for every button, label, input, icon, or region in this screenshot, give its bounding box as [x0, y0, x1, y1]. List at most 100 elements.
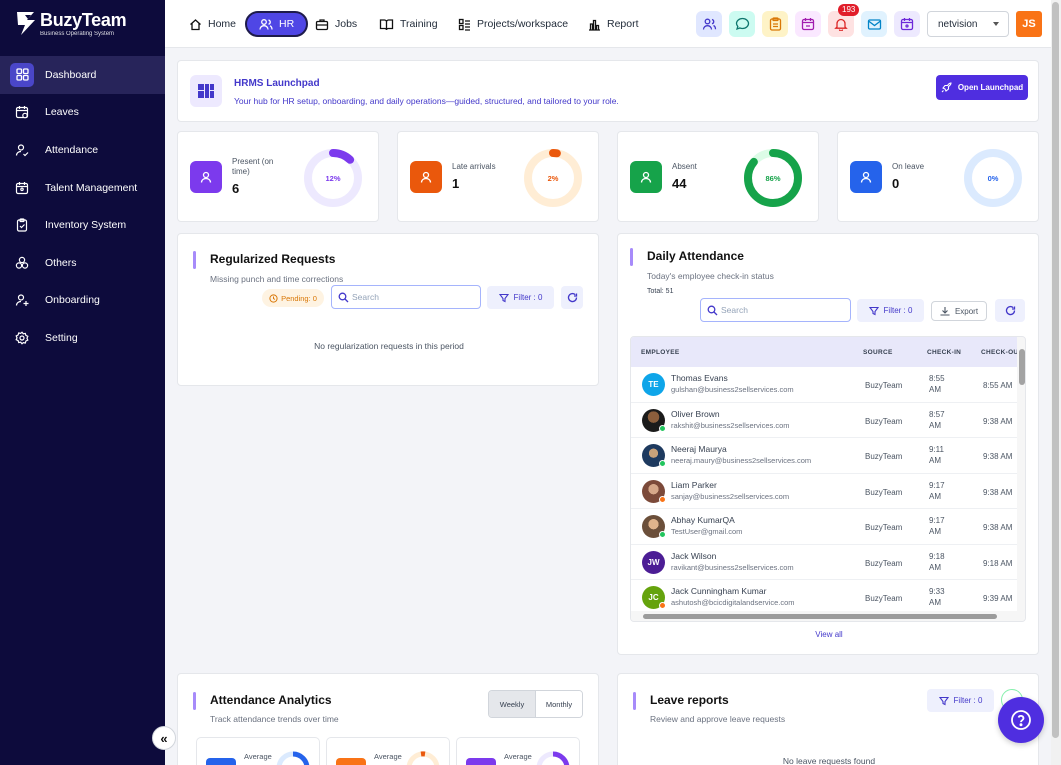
period-toggle: Weekly Monthly	[488, 690, 583, 718]
sidebar-item-talent-management[interactable]: Talent Management	[0, 169, 165, 207]
attendance-table: EMPLOYEE SOURCE CHECK-IN CHECK-OU TE Tho…	[630, 336, 1026, 622]
sidebar-item-leaves[interactable]: Leaves	[0, 94, 165, 132]
toggle-monthly[interactable]: Monthly	[535, 691, 582, 717]
scrollbar-thumb[interactable]	[643, 614, 997, 619]
source: BuzyTeam	[865, 381, 903, 390]
employee-name: Thomas Evans	[671, 373, 728, 383]
book-icon	[379, 18, 394, 30]
scrollbar-thumb[interactable]	[1019, 349, 1025, 385]
daily-attendance-title: Daily Attendance	[647, 249, 744, 263]
employee-email: gulshan@business2sellservices.com	[671, 385, 794, 394]
search-icon	[338, 292, 349, 303]
check-in: 9:17 AM	[929, 480, 945, 501]
view-all-link[interactable]: View all	[618, 630, 1040, 639]
sidebar-item-inventory-system[interactable]: Inventory System	[0, 206, 165, 244]
table-horizontal-scrollbar[interactable]	[631, 611, 1017, 621]
employee-name: Oliver Brown	[671, 408, 720, 419]
tasks-button[interactable]	[762, 11, 788, 37]
table-row[interactable]: Liam Parker sanjay@business2sellservices…	[631, 474, 1017, 509]
regularized-search-input[interactable]: Search	[331, 285, 481, 309]
stat-value: 6	[232, 181, 240, 196]
table-vertical-scrollbar[interactable]	[1017, 337, 1025, 621]
help-button[interactable]	[998, 697, 1044, 743]
collapse-sidebar-button[interactable]: «	[152, 726, 176, 750]
calendar-button[interactable]	[795, 11, 821, 37]
source: BuzyTeam	[865, 487, 903, 497]
users-icon	[702, 18, 716, 30]
open-launchpad-label: Open Launchpad	[957, 83, 1024, 92]
sidebar-item-others[interactable]: Others	[0, 244, 165, 282]
clipboard-icon	[10, 213, 34, 237]
employee-name: Jack Wilson	[671, 550, 717, 561]
chat-button[interactable]	[729, 11, 755, 37]
employee-name: Neeraj Maurya	[671, 444, 727, 454]
leave-empty-state: No leave requests found	[782, 756, 876, 765]
schedule-button[interactable]	[894, 11, 920, 37]
donut-percent: 2%	[547, 173, 559, 183]
filter-label: Filter : 0	[883, 306, 913, 315]
page-scrollbar[interactable]	[1051, 0, 1061, 765]
table-row[interactable]: JW Jack Wilson ravikant@business2sellser…	[631, 545, 1017, 580]
user-avatar[interactable]: JS	[1016, 11, 1042, 37]
chevron-down-icon	[993, 22, 999, 26]
stat-value: 1	[452, 176, 460, 191]
mini-card-icon	[206, 758, 236, 765]
check-out: 9:38 AM	[983, 416, 1013, 426]
regularized-refresh-button[interactable]	[561, 286, 583, 309]
daily-search-input[interactable]: Search	[700, 298, 851, 322]
brand-logo[interactable]: BuzyTeam Business Operating System	[16, 10, 127, 38]
source: BuzyTeam	[865, 594, 903, 603]
open-launchpad-button[interactable]: Open Launchpad	[936, 75, 1028, 100]
pending-label: Pending: 0	[281, 293, 317, 303]
tab-home[interactable]: Home	[189, 11, 236, 37]
check-out: 9:39 AM	[983, 594, 1013, 603]
user-check-icon	[10, 138, 34, 162]
sidebar-item-setting[interactable]: Setting	[0, 319, 165, 357]
table-row[interactable]: Oliver Brown rakshit@business2sellservic…	[631, 403, 1017, 438]
sidebar-item-attendance[interactable]: Attendance	[0, 131, 165, 169]
section-accent	[193, 251, 196, 269]
sidebar-item-label: Dashboard	[45, 68, 97, 81]
table-row[interactable]: Neeraj Maurya neeraj.maury@business2sell…	[631, 438, 1017, 474]
tab-report[interactable]: Report	[588, 11, 639, 37]
section-accent	[193, 692, 196, 710]
bell-icon	[834, 18, 848, 31]
export-button[interactable]: Export	[931, 301, 987, 321]
column-check-out: CHECK-OU	[981, 349, 1019, 356]
stat-label: Late arrivals	[452, 162, 496, 171]
check-out: 9:38 AM	[983, 523, 1013, 532]
page-scrollbar-thumb[interactable]	[1052, 2, 1059, 738]
employee-email: ashutosh@bcicdigitalandservice.com	[671, 598, 795, 607]
tab-jobs[interactable]: Jobs	[315, 11, 357, 37]
notifications-button[interactable]: 193	[828, 4, 860, 37]
sidebar-item-label: Talent Management	[45, 181, 138, 194]
employee-name: Abhay KumarQA	[671, 515, 735, 525]
team-button[interactable]	[696, 11, 722, 37]
pending-badge[interactable]: Pending: 0	[262, 289, 324, 307]
sidebar-item-dashboard[interactable]: Dashboard	[0, 56, 165, 94]
sidebar-nav: Dashboard Leaves Attendance Talent Manag…	[0, 56, 165, 357]
table-row[interactable]: TE Thomas Evans gulshan@business2sellser…	[631, 367, 1017, 403]
table-row[interactable]: Abhay KumarQA TestUser@gmail.com BuzyTea…	[631, 509, 1017, 545]
regularized-filter-button[interactable]: Filter : 0	[487, 286, 554, 309]
leave-filter-button[interactable]: Filter : 0	[927, 689, 994, 712]
daily-filter-button[interactable]: Filter : 0	[857, 299, 924, 322]
circles-icon	[10, 251, 34, 275]
calendar-icon	[10, 100, 34, 124]
daily-refresh-button[interactable]	[995, 299, 1025, 322]
mail-button[interactable]	[861, 11, 887, 37]
filter-icon	[868, 306, 879, 315]
regularized-title: Regularized Requests	[210, 252, 336, 266]
tab-label: Jobs	[335, 18, 358, 30]
filter-label: Filter : 0	[513, 293, 543, 302]
sidebar-item-onboarding[interactable]: Onboarding	[0, 282, 165, 320]
tab-projects-workspace[interactable]: Projects/workspace	[458, 11, 568, 37]
avatar: JW	[642, 550, 665, 574]
toggle-weekly[interactable]: Weekly	[489, 691, 535, 717]
tab-hr[interactable]: HR	[245, 11, 309, 37]
organization-select[interactable]: netvision	[927, 11, 1009, 37]
tab-training[interactable]: Training	[379, 11, 438, 37]
refresh-icon	[1005, 305, 1015, 316]
filter-icon	[498, 293, 509, 302]
search-placeholder: Search	[721, 305, 748, 315]
